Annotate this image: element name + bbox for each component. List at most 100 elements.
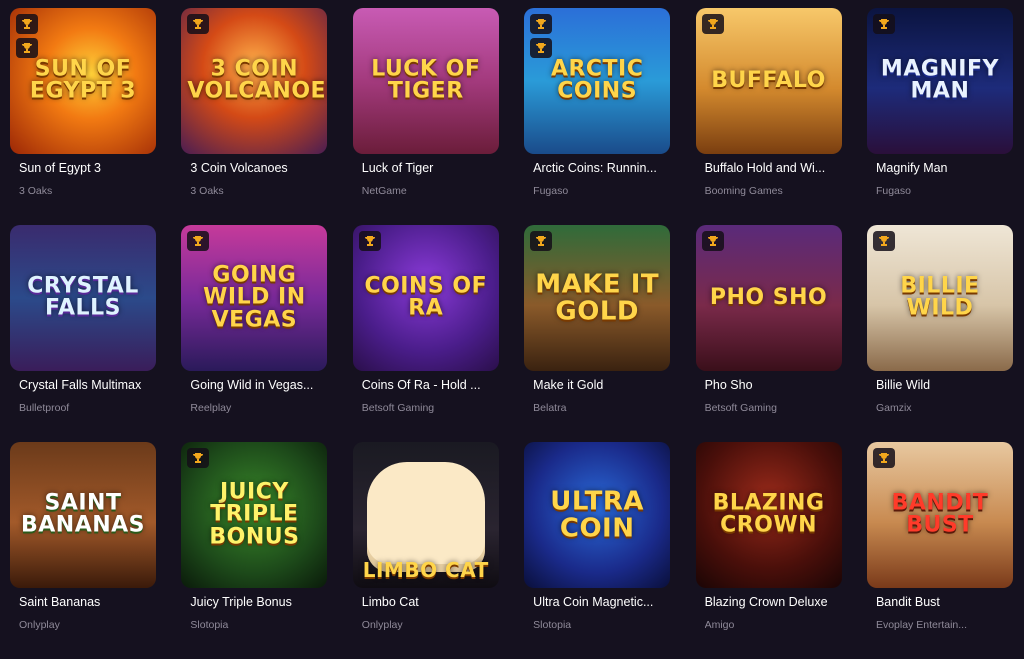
game-thumbnail[interactable]: CRYSTAL FALLS (10, 225, 156, 371)
game-thumbnail[interactable]: 3 COIN VOLCANOES (181, 8, 328, 154)
cup-icon (530, 38, 553, 58)
game-thumbnail[interactable]: ARCTIC COINS (524, 8, 671, 154)
game-thumbnail[interactable]: LUCK OF TIGER (352, 8, 499, 154)
badge-stack (701, 231, 724, 251)
game-thumbnail[interactable]: LIMBO CAT (352, 442, 499, 588)
game-card-make-it-gold[interactable]: MAKE IT GOLD Make it Gold Belatra (524, 225, 671, 442)
game-thumbnail[interactable]: JUICY TRIPLE BONUS (181, 442, 328, 588)
game-card-sun-of-egypt-3[interactable]: SUN OF EGYPT 3 Sun of Egypt 3 3 Oaks (10, 8, 156, 225)
game-title[interactable]: Sun of Egypt 3 (19, 161, 155, 175)
game-thumbnail[interactable]: BUFFALO (695, 8, 842, 154)
game-provider: Slotopia (533, 619, 572, 631)
game-logo: ULTRA COIN (550, 486, 645, 543)
cup-icon (872, 231, 895, 251)
game-card-arctic-coins[interactable]: ARCTIC COINS Arctic Coins: Runnin... Fug… (524, 8, 671, 225)
cup-icon (530, 14, 553, 34)
game-card-crystal-falls[interactable]: CRYSTAL FALLS Crystal Falls Multimax Bul… (10, 225, 156, 442)
game-card-buffalo[interactable]: BUFFALO Buffalo Hold and Wi... Booming G… (695, 8, 842, 225)
game-thumbnail[interactable]: BANDIT BUST (866, 442, 1013, 588)
game-thumbnail[interactable]: PHO SHO (695, 225, 842, 371)
game-title[interactable]: Arctic Coins: Runnin... (533, 161, 669, 175)
game-logo: BILLIE WILD (900, 273, 980, 321)
game-card-ultra-coin-magnetic[interactable]: ULTRA COIN Ultra Coin Magnetic... Slotop… (524, 442, 671, 659)
badge-stack (16, 14, 38, 58)
game-title[interactable]: Saint Bananas (19, 595, 155, 609)
cup-icon (187, 448, 210, 468)
game-card-billie-wild[interactable]: BILLIE WILD Billie Wild Gamzix (866, 225, 1013, 442)
cup-icon (701, 231, 724, 251)
game-provider: Bulletproof (19, 402, 70, 414)
game-title[interactable]: Bandit Bust (876, 595, 1012, 609)
game-logo: BLAZING CROWN (712, 490, 825, 538)
game-title[interactable]: Ultra Coin Magnetic... (533, 595, 669, 609)
lucky-cat-figure (366, 462, 485, 572)
game-card-limbo-cat[interactable]: LIMBO CAT Limbo Cat Onlyplay (352, 442, 499, 659)
badge-stack (358, 231, 381, 251)
game-card-saint-bananas[interactable]: SAINT BANANAS Saint Bananas Onlyplay (10, 442, 156, 659)
badge-stack (187, 448, 210, 468)
game-card-luck-of-tiger[interactable]: LUCK OF TIGER Luck of Tiger NetGame (352, 8, 499, 225)
game-provider: Fugaso (533, 185, 569, 197)
game-title[interactable]: Limbo Cat (362, 595, 498, 609)
game-logo: PHO SHO (709, 284, 828, 310)
game-thumbnail[interactable]: MAKE IT GOLD (524, 225, 671, 371)
game-thumbnail[interactable]: ULTRA COIN (524, 442, 671, 588)
game-title[interactable]: Crystal Falls Multimax (19, 378, 155, 392)
game-card-coins-of-ra[interactable]: COINS OF RA Coins Of Ra - Hold ... Betso… (352, 225, 499, 442)
badge-stack (872, 14, 895, 34)
game-provider: 3 Oaks (190, 185, 224, 197)
badge-stack (187, 231, 210, 251)
game-logo: MAGNIFY MAN (880, 56, 999, 104)
game-thumbnail[interactable]: BILLIE WILD (866, 225, 1013, 371)
game-logo: SAINT BANANAS (20, 490, 146, 538)
game-provider: Betsoft Gaming (361, 402, 435, 414)
game-card-3-coin-volcanoes[interactable]: 3 COIN VOLCANOES 3 Coin Volcanoes 3 Oaks (181, 8, 328, 225)
game-provider: Evoplay Entertain... (875, 619, 968, 631)
game-thumbnail[interactable]: GOING WILD IN VEGAS (181, 225, 328, 371)
game-thumbnail[interactable]: SUN OF EGYPT 3 (10, 8, 156, 154)
game-card-juicy-triple-bonus[interactable]: JUICY TRIPLE BONUS Juicy Triple Bonus Sl… (181, 442, 328, 659)
game-card-bandit-bust[interactable]: BANDIT BUST Bandit Bust Evoplay Entertai… (866, 442, 1013, 659)
badge-stack (187, 14, 210, 34)
game-card-pho-sho[interactable]: PHO SHO Pho Sho Betsoft Gaming (695, 225, 842, 442)
game-title[interactable]: Juicy Triple Bonus (190, 595, 326, 609)
game-provider: Amigo (704, 619, 735, 631)
game-provider: Belatra (533, 402, 567, 414)
game-thumbnail[interactable]: MAGNIFY MAN (866, 8, 1013, 154)
game-title[interactable]: Billie Wild (876, 378, 1012, 392)
game-thumbnail[interactable]: COINS OF RA (352, 225, 499, 371)
game-logo: LUCK OF TIGER (371, 56, 481, 104)
cup-icon (16, 14, 38, 34)
game-logo: SUN OF EGYPT 3 (29, 56, 137, 104)
cup-icon (872, 448, 895, 468)
game-title[interactable]: Blazing Crown Deluxe (705, 595, 841, 609)
cup-icon (16, 38, 38, 58)
game-title[interactable]: Pho Sho (705, 378, 841, 392)
game-title[interactable]: Buffalo Hold and Wi... (705, 161, 841, 175)
game-thumbnail[interactable]: BLAZING CROWN (695, 442, 842, 588)
game-card-magnify-man[interactable]: MAGNIFY MAN Magnify Man Fugaso (866, 8, 1013, 225)
game-title[interactable]: Make it Gold (533, 378, 669, 392)
game-thumbnail[interactable]: SAINT BANANAS (10, 442, 156, 588)
game-provider: Gamzix (875, 402, 912, 414)
game-title[interactable]: Magnify Man (876, 161, 1012, 175)
game-logo: BANDIT BUST (891, 490, 989, 538)
game-provider: Reelplay (190, 402, 232, 414)
game-title[interactable]: Going Wild in Vegas... (190, 378, 326, 392)
game-card-blazing-crown-deluxe[interactable]: BLAZING CROWN Blazing Crown Deluxe Amigo (695, 442, 842, 659)
game-logo: CRYSTAL FALLS (27, 273, 139, 321)
badge-stack (872, 448, 895, 468)
game-logo: JUICY TRIPLE BONUS (209, 479, 300, 550)
game-provider: NetGame (361, 185, 407, 197)
game-card-going-wild-in-vegas[interactable]: GOING WILD IN VEGAS Going Wild in Vegas.… (181, 225, 328, 442)
game-logo: COINS OF RA (364, 273, 488, 321)
cup-icon (187, 14, 210, 34)
badge-stack (530, 14, 553, 58)
game-title[interactable]: Luck of Tiger (362, 161, 498, 175)
cup-icon (358, 231, 381, 251)
game-title[interactable]: Coins Of Ra - Hold ... (362, 378, 498, 392)
game-provider: Slotopia (190, 619, 229, 631)
game-grid: SUN OF EGYPT 3 Sun of Egypt 3 3 Oaks 3 C… (10, 8, 1013, 659)
game-logo: BUFFALO (711, 67, 826, 93)
game-title[interactable]: 3 Coin Volcanoes (190, 161, 326, 175)
